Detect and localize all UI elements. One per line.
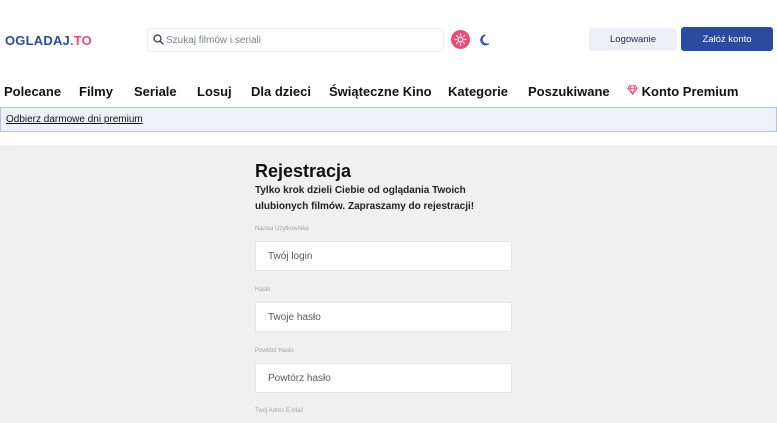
search-input[interactable] [166,32,436,49]
sun-icon [454,33,467,46]
repeat-password-input[interactable] [256,364,511,392]
repeat-password-field [255,363,512,393]
search-icon [153,34,164,45]
page-title: Rejestracja [255,161,352,181]
nav-item-swiateczne-kino[interactable]: Świąteczne Kino [329,84,432,99]
nav-item-seriale[interactable]: Seriale [134,84,177,99]
premium-days-link[interactable]: Odbierz darmowe dni premium [6,114,143,125]
logo-text-domain: .TO [69,33,92,48]
registration-section: Rejestracja Tylko krok dzieli Ciebie od … [0,145,777,423]
nav-item-dla-dzieci[interactable]: Dla dzieci [251,84,311,99]
username-input[interactable] [256,242,511,270]
nav-item-filmy[interactable]: Filmy [79,84,113,99]
site-header: OGLADAJ.TO Logowanie Z [0,0,777,80]
search-box [147,28,444,52]
email-label: Twój Adres E-Mail [255,408,304,414]
premium-banner: Odbierz darmowe dni premium [0,107,777,132]
dark-theme-button[interactable] [478,30,494,49]
username-field [255,241,512,271]
logo-text-main: OGLADAJ [5,33,70,48]
main-nav: Polecane Filmy Seriale Losuj Dla dzieci … [0,80,777,102]
nav-item-konto-premium-label: Konto Premium [641,84,739,99]
password-label: Hasło [255,287,271,293]
register-button[interactable]: Załóż konto [681,27,773,51]
page-subtitle: Tylko krok dzieli Ciebie od oglądania Tw… [255,185,475,212]
password-input[interactable] [256,303,511,331]
nav-item-polecane[interactable]: Polecane [4,84,61,99]
login-button[interactable]: Logowanie [589,28,677,51]
nav-item-konto-premium[interactable]: Konto Premium [627,84,738,99]
light-theme-button[interactable] [451,30,470,49]
nav-item-poszukiwane[interactable]: Poszukiwane [528,84,610,99]
diamond-icon [627,85,638,96]
repeat-password-label: Powtórz Hasło [255,348,294,354]
moon-icon [480,34,490,45]
nav-item-kategorie[interactable]: Kategorie [448,84,508,99]
site-logo[interactable]: OGLADAJ.TO [5,33,92,48]
password-field [255,302,512,332]
username-label: Nazwa Użytkownika [255,226,309,232]
nav-item-losuj[interactable]: Losuj [197,84,232,99]
